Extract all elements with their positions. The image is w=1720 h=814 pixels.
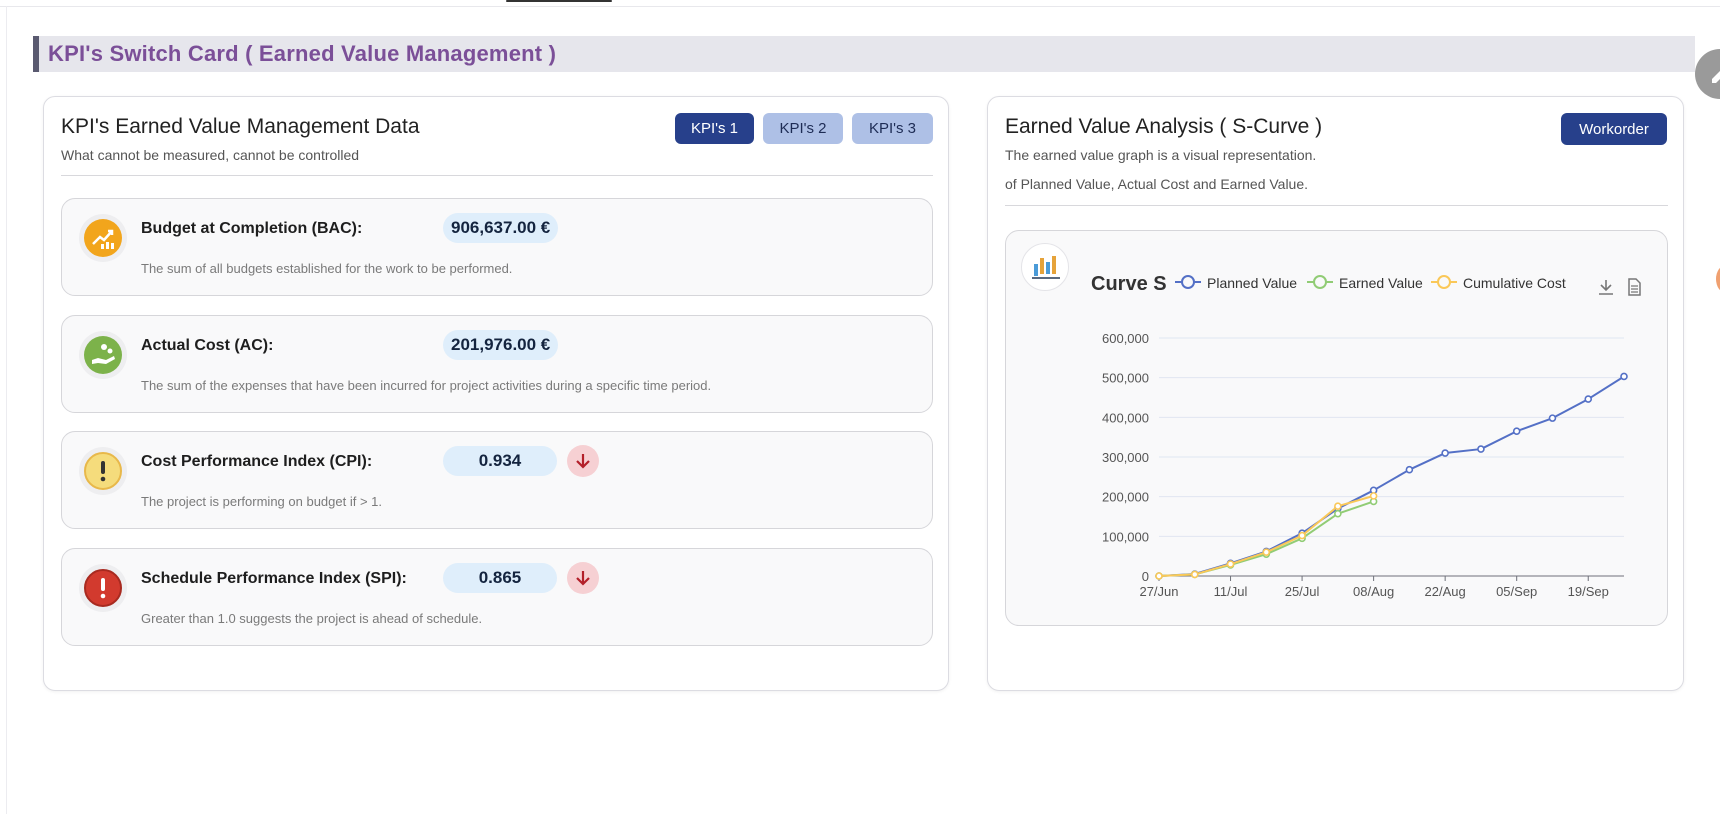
kpi-description: The sum of all budgets established for t… <box>141 261 513 276</box>
series-line-0 <box>1158 375 1625 577</box>
kpi-label: Actual Cost (AC): <box>141 337 274 354</box>
s-curve-chart: 0 100,000 200,000 300,000 400,000 500,000 600,… <box>1102 331 1628 599</box>
kpi-icon-wrap <box>79 447 127 495</box>
x-tick-label: 22/Aug <box>1425 584 1466 599</box>
data-point-0 <box>1548 414 1557 422</box>
left-border <box>6 6 7 814</box>
kpi-icon-wrap <box>79 331 127 379</box>
kpi-description: The project is performing on budget if >… <box>141 494 382 509</box>
kpi-value: 906,637.00 € <box>443 213 559 243</box>
y-tick-label: 200,000 <box>1102 490 1149 505</box>
data-point-2 <box>1262 548 1271 557</box>
data-point-2 <box>1369 492 1378 500</box>
warning-icon <box>84 452 122 490</box>
data-point-0 <box>1441 449 1449 457</box>
section-header: KPI's Switch Card ( Earned Value Managem… <box>33 36 1695 72</box>
s-curve-card-title: Earned Value Analysis ( S-Curve ) <box>1005 115 1323 138</box>
kpi-label: Cost Performance Index (CPI): <box>141 453 373 470</box>
data-point-0 <box>1584 395 1593 403</box>
kpi-label: Budget at Completion (BAC): <box>141 220 363 237</box>
kpi-description: The sum of the expenses that have been i… <box>141 378 712 393</box>
y-tick-label: 500,000 <box>1102 371 1149 386</box>
y-tick-label: 300,000 <box>1102 450 1149 465</box>
data-point-0 <box>1405 465 1414 474</box>
kpi-row-spi: Schedule Performance Index (SPI): 0.865 … <box>61 548 933 646</box>
x-tick-label: 27/Jun <box>1139 584 1178 599</box>
kpi-card: KPI's Earned Value Management Data What … <box>43 96 949 691</box>
data-point-0 <box>1512 427 1521 436</box>
tab-kpis-2[interactable]: KPI's 2 <box>763 113 843 144</box>
pencil-icon <box>1712 71 1720 83</box>
s-curve-subtitle-2: of Planned Value, Actual Cost and Earned… <box>1005 176 1309 192</box>
s-curve-divider <box>1005 205 1668 206</box>
s-curve-subtitle-1: The earned value graph is a visual repre… <box>1005 147 1317 163</box>
kpi-label: Schedule Performance Index (SPI): <box>141 570 407 587</box>
tab-kpis-1[interactable]: KPI's 1 <box>675 113 754 144</box>
kpi-row-cpi: Cost Performance Index (CPI): 0.934 The … <box>61 431 933 529</box>
alert-icon <box>84 569 122 607</box>
app-root: KPI's Switch Card ( Earned Value Managem… <box>0 0 1720 814</box>
kpi-card-title: KPI's Earned Value Management Data <box>61 115 420 138</box>
arrow-down-icon <box>576 571 590 586</box>
y-tick-label: 400,000 <box>1102 410 1149 425</box>
arrow-down-icon <box>576 454 590 469</box>
kpi-icon-wrap <box>79 214 127 262</box>
kpi-value: 0.865 <box>443 563 557 593</box>
active-tab-indicator <box>506 0 612 2</box>
s-curve-card: Earned Value Analysis ( S-Curve ) The ea… <box>987 96 1684 691</box>
data-point-0 <box>1477 445 1485 453</box>
workorder-button[interactable]: Workorder <box>1561 113 1667 145</box>
data-point-2 <box>1298 531 1306 540</box>
trend-down-indicator <box>567 562 599 594</box>
x-tick-label: 08/Aug <box>1353 584 1394 599</box>
data-point-2 <box>1226 560 1235 568</box>
kpi-card-divider <box>61 175 933 176</box>
x-tick-label: 19/Sep <box>1568 584 1609 599</box>
kpi-description: Greater than 1.0 suggests the project is… <box>141 611 483 626</box>
kpi-card-subtitle: What cannot be measured, cannot be contr… <box>61 147 360 163</box>
rising-chart-icon <box>84 219 122 257</box>
x-tick-label: 05/Sep <box>1496 584 1537 599</box>
trend-down-indicator <box>567 445 599 477</box>
x-tick-label: 11/Jul <box>1214 584 1248 599</box>
kpi-row-bac: Budget at Completion (BAC): 906,637.00 €… <box>61 198 933 296</box>
side-handle[interactable] <box>1716 265 1720 293</box>
kpi-value: 201,976.00 € <box>443 330 559 360</box>
top-border <box>0 6 1720 7</box>
hand-coins-icon <box>84 336 122 374</box>
x-tick-label: 25/Jul <box>1285 584 1320 599</box>
y-tick-label: 100,000 <box>1102 529 1149 544</box>
data-point-1 <box>1334 509 1342 518</box>
data-point-2 <box>1334 502 1342 510</box>
edit-fab-button[interactable] <box>1695 49 1720 99</box>
data-point-2 <box>1155 572 1163 580</box>
tab-kpis-3[interactable]: KPI's 3 <box>852 113 933 144</box>
kpi-icon-wrap <box>79 564 127 612</box>
data-point-0 <box>1620 372 1628 381</box>
kpi-value: 0.934 <box>443 446 557 476</box>
kpi-row-ac: Actual Cost (AC): 201,976.00 € The sum o… <box>61 315 933 413</box>
section-title: KPI's Switch Card ( Earned Value Managem… <box>48 41 557 66</box>
chart-panel: Curve S Planned Value Earned Value Cumul… <box>1005 230 1668 626</box>
data-point-2 <box>1190 570 1199 579</box>
y-tick-label: 0 <box>1142 569 1149 584</box>
y-tick-label: 600,000 <box>1102 331 1149 346</box>
